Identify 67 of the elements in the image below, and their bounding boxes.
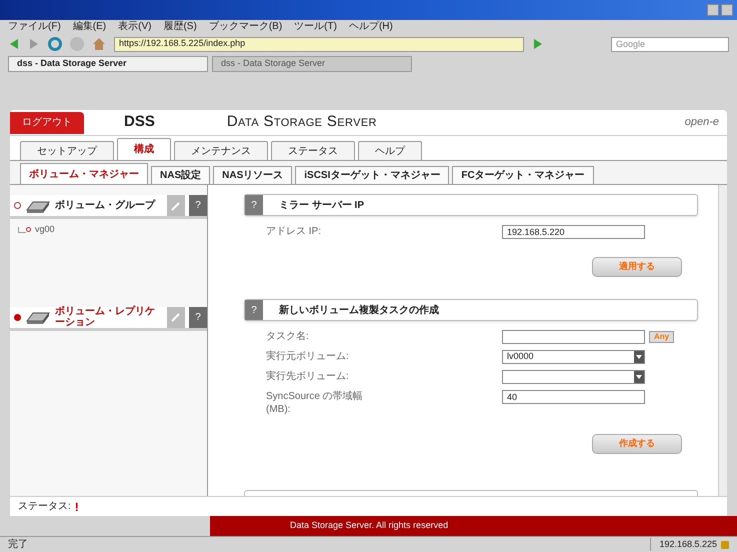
sub-tab[interactable]: ボリューム・マネジャー: [20, 163, 148, 184]
go-arrow-icon[interactable]: [532, 38, 544, 50]
maximize-icon[interactable]: [721, 4, 733, 16]
panel-header[interactable]: ボリューム・グループ ?: [10, 195, 207, 219]
help-button[interactable]: ?: [245, 195, 263, 215]
scrollbar[interactable]: [718, 185, 727, 496]
help-button[interactable]: ?: [189, 195, 207, 216]
minimize-icon[interactable]: [707, 4, 719, 16]
help-button[interactable]: ?: [189, 306, 207, 328]
tree-item[interactable]: vg00: [35, 223, 55, 236]
dropdown-field[interactable]: lv0000: [502, 350, 645, 364]
wrench-button[interactable]: [167, 306, 185, 328]
help-button[interactable]: ?: [245, 300, 263, 320]
app-title: Data Storage Server: [226, 112, 377, 132]
panel-title: ボリューム・グループ: [55, 200, 156, 211]
field-label: タスク名:: [266, 330, 310, 343]
menu-item[interactable]: ツール(T): [294, 22, 337, 32]
main-tab[interactable]: ヘルプ: [358, 141, 422, 160]
footer-bar: Data Storage Server. All rights reserved: [210, 516, 737, 536]
sub-tab[interactable]: NAS設定: [151, 166, 210, 184]
status-label: ステータス:: [18, 500, 71, 514]
main-tab[interactable]: 構成: [117, 138, 171, 160]
logout-button[interactable]: ログアウト: [10, 112, 84, 134]
dropdown-arrow-icon: [636, 375, 642, 379]
stop-icon[interactable]: [70, 37, 84, 51]
panel-title: ボリューム・レプリケーション: [55, 306, 156, 328]
panel-header[interactable]: ボリューム・レプリケーション ?: [10, 306, 207, 330]
forward-arrow-icon[interactable]: [28, 38, 40, 50]
dropdown-field[interactable]: [502, 370, 645, 384]
product-name: DSS: [124, 112, 155, 132]
reload-icon[interactable]: [48, 37, 62, 51]
home-icon[interactable]: [92, 37, 106, 51]
sub-tab[interactable]: FCターゲット・マネジャー: [452, 166, 594, 184]
field-label: SyncSource の帯域幅 (MB):: [266, 390, 364, 416]
browser-tab[interactable]: dss - Data Storage Server: [212, 56, 412, 72]
tree-connector-icon: [18, 226, 26, 233]
section-title: 新しいボリューム複製タスクの作成: [279, 303, 439, 318]
menu-item[interactable]: 編集(E): [72, 22, 106, 32]
text-field[interactable]: [502, 330, 645, 344]
wrench-button[interactable]: [167, 195, 185, 216]
field-label: 実行元ボリューム:: [266, 350, 350, 363]
main-tab[interactable]: セットアップ: [20, 141, 114, 160]
sub-tab[interactable]: NASリソース: [213, 166, 292, 184]
text-field[interactable]: 40: [502, 390, 645, 404]
address-bar[interactable]: https://192.168.5.225/index.php: [114, 36, 524, 52]
search-field[interactable]: Google: [611, 36, 729, 52]
field-label: アドレス IP:: [266, 225, 322, 238]
menu-item[interactable]: 表示(V): [118, 22, 152, 32]
status-bar-text: 完了: [8, 538, 28, 552]
field-label: 実行先ボリューム:: [266, 370, 350, 383]
menu-item[interactable]: ブックマーク(B): [208, 22, 282, 32]
main-tab[interactable]: ステータス: [271, 141, 355, 160]
menu-item[interactable]: ファイル(F): [8, 22, 61, 32]
menu-item[interactable]: 履歴(S): [163, 22, 197, 32]
status-bar-host: 192.168.5.225: [650, 538, 717, 552]
dropdown-arrow-icon: [636, 355, 642, 359]
section-title: ミラー サーバー IP: [279, 198, 364, 212]
sub-tab[interactable]: iSCSIターゲット・マネジャー: [295, 166, 450, 184]
back-arrow-icon[interactable]: [8, 38, 20, 50]
brand-logo: open-e: [684, 115, 719, 130]
text-field[interactable]: 192.168.5.220: [502, 225, 645, 239]
browser-tab[interactable]: dss - Data Storage Server: [8, 56, 208, 72]
status-indicator: !: [74, 498, 79, 516]
main-tab[interactable]: メンテナンス: [174, 141, 268, 160]
lock-icon: [721, 540, 729, 548]
menu-item[interactable]: ヘルプ(H): [348, 22, 393, 32]
dropdown-value: lv0000: [507, 350, 534, 364]
